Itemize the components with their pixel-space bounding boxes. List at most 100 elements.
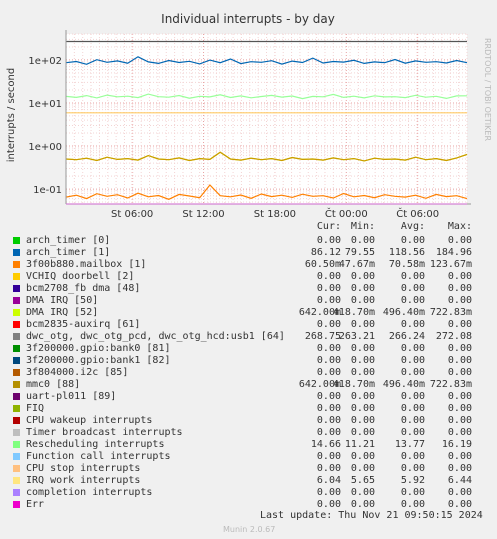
legend-row: Rescheduling interrupts 14.66 11.21 13.77 16…: [0, 439, 497, 451]
legend-value-max: 0.00: [447, 451, 472, 462]
interrupts-chart: Individual interrupts - by day interrupt…: [6, 12, 471, 220]
legend-series-name: mmc0 [88]: [26, 379, 81, 390]
legend-series-name: completion interrupts: [26, 487, 153, 498]
x-tick-label: St 18:00: [254, 209, 296, 220]
legend-value-max: 123.67m: [429, 259, 472, 270]
y-tick-label: 1e+00: [28, 142, 62, 153]
legend-swatch: [13, 285, 20, 292]
legend-series-name: bcm2835-auxirq [61]: [26, 319, 141, 330]
legend-row: Function call interrupts 0.00 0.00 0.00 0.00: [0, 451, 497, 463]
rrdtool-credit: RRDTOOL / TOBI OETIKER: [483, 38, 492, 142]
legend-swatch: [13, 501, 20, 508]
legend-swatch: [13, 441, 20, 448]
legend-value-max: 0.00: [447, 343, 472, 354]
legend-row: dwc_otg, dwc_otg_pcd, dwc_otg_hcd:usb1 […: [0, 331, 497, 343]
legend-swatch: [13, 333, 20, 340]
legend-value-max: 722.83m: [429, 307, 472, 318]
legend-swatch: [13, 453, 20, 460]
legend-row: IRQ work interrupts 6.04 5.65 5.92 6.44: [0, 475, 497, 487]
legend-swatch: [13, 369, 20, 376]
x-tick-label: Čt 06:00: [396, 207, 439, 220]
legend-swatch: [13, 405, 20, 412]
legend-swatch: [13, 261, 20, 268]
legend-value-max: 0.00: [447, 391, 472, 402]
legend-swatch: [13, 381, 20, 388]
legend-swatch: [13, 393, 20, 400]
legend-value-max: 0.00: [447, 295, 472, 306]
legend-row: uart-pl011 [89] 0.00 0.00 0.00 0.00: [0, 391, 497, 403]
legend-series-name: IRQ work interrupts: [26, 475, 141, 486]
legend-series-name: Timer broadcast interrupts: [26, 427, 183, 438]
legend-swatch: [13, 249, 20, 256]
legend-swatch: [13, 417, 20, 424]
legend-series-name: dwc_otg, dwc_otg_pcd, dwc_otg_hcd:usb1 […: [26, 331, 285, 342]
legend-value-max: 0.00: [447, 463, 472, 474]
legend-value-max: 0.00: [447, 319, 472, 330]
y-tick-label: 1e+01: [28, 99, 62, 110]
legend-row: 3f00b880.mailbox [1] 60.50m 47.67m 70.58m 12…: [0, 259, 497, 271]
legend-value-max: 0.00: [447, 487, 472, 498]
legend-row: bcm2835-auxirq [61] 0.00 0.00 0.00 0.00: [0, 319, 497, 331]
legend-swatch: [13, 477, 20, 484]
legend-row: DMA IRQ [52] 642.00m 418.70m 496.40m 722.83m: [0, 307, 497, 319]
legend-row: CPU stop interrupts 0.00 0.00 0.00 0.00: [0, 463, 497, 475]
last-update: Last update: Thu Nov 21 09:50:15 2024: [260, 510, 483, 521]
legend-swatch: [13, 429, 20, 436]
legend-series-name: bcm2708_fb dma [48]: [26, 283, 141, 294]
legend-value-max: 0.00: [447, 499, 472, 510]
legend-swatch: [13, 237, 20, 244]
legend-series-name: Rescheduling interrupts: [26, 439, 165, 450]
legend-series-name: arch_timer [1]: [26, 247, 111, 258]
legend-series-name: DMA IRQ [50]: [26, 295, 99, 306]
legend-value-max: 16.19: [441, 439, 472, 450]
legend-value-max: 722.83m: [429, 379, 472, 390]
x-tick-label: Čt 00:00: [325, 207, 368, 220]
legend-series-name: CPU wakeup interrupts: [26, 415, 153, 426]
legend-series-name: 3f200000.gpio:bank1 [82]: [26, 355, 171, 366]
x-tick-label: St 06:00: [111, 209, 153, 220]
legend-swatch: [13, 273, 20, 280]
legend-row: Timer broadcast interrupts 0.00 0.00 0.00 0.…: [0, 427, 497, 439]
legend-value-max: 0.00: [447, 283, 472, 294]
legend-swatch: [13, 309, 20, 316]
legend-value-max: 0.00: [447, 355, 472, 366]
legend-series-name: FIQ: [26, 403, 45, 414]
legend-series-name: arch_timer [0]: [26, 235, 111, 246]
legend-series-name: CPU stop interrupts: [26, 463, 141, 474]
legend-row: arch_timer [1] 86.12 79.55 118.56 184.96: [0, 247, 497, 259]
legend-series-name: uart-pl011 [89]: [26, 391, 117, 402]
legend-row: FIQ 0.00 0.00 0.00 0.00: [0, 403, 497, 415]
legend-row: 3f200000.gpio:bank1 [82] 0.00 0.00 0.00 0.00: [0, 355, 497, 367]
legend-row: DMA IRQ [50] 0.00 0.00 0.00 0.00: [0, 295, 497, 307]
legend-row: 3f804000.i2c [85] 0.00 0.00 0.00 0.00: [0, 367, 497, 379]
legend-value-max: 272.08: [435, 331, 472, 342]
y-tick-label: 1e+02: [28, 56, 62, 67]
legend-series-name: Err: [26, 499, 45, 510]
legend-series-name: 3f804000.i2c [85]: [26, 367, 129, 378]
legend-row: mmc0 [88] 642.00m 418.70m 496.40m 722.83m: [0, 379, 497, 391]
legend-row: 3f200000.gpio:bank0 [81] 0.00 0.00 0.00 0.00: [0, 343, 497, 355]
legend-row: VCHIQ doorbell [2] 0.00 0.00 0.00 0.00: [0, 271, 497, 283]
legend-header-max: Max:: [447, 221, 472, 232]
munin-version: Munin 2.0.67: [223, 525, 276, 534]
legend-row: completion interrupts 0.00 0.00 0.00 0.00: [0, 487, 497, 499]
legend-swatch: [13, 345, 20, 352]
legend-value-max: 0.00: [447, 235, 472, 246]
x-tick-label: St 12:00: [182, 209, 224, 220]
y-tick-label: 1e-01: [33, 185, 62, 196]
legend-value-max: 0.00: [447, 415, 472, 426]
legend-value-max: 0.00: [447, 367, 472, 378]
legend-series-name: VCHIQ doorbell [2]: [26, 271, 135, 282]
legend-row: arch_timer [0] 0.00 0.00 0.00 0.00: [0, 235, 497, 247]
legend-row: bcm2708_fb dma [48] 0.00 0.00 0.00 0.00: [0, 283, 497, 295]
y-axis-label: interrupts / second: [6, 68, 17, 162]
legend-value-max: 0.00: [447, 271, 472, 282]
legend-value-max: 0.00: [447, 403, 472, 414]
legend-series-name: 3f00b880.mailbox [1]: [26, 259, 147, 270]
legend-swatch: [13, 489, 20, 496]
legend-swatch: [13, 357, 20, 364]
legend-value-max: 184.96: [435, 247, 472, 258]
legend-series-name: 3f200000.gpio:bank0 [81]: [26, 343, 171, 354]
legend-series-name: Function call interrupts: [26, 451, 171, 462]
legend-value-max: 0.00: [447, 427, 472, 438]
